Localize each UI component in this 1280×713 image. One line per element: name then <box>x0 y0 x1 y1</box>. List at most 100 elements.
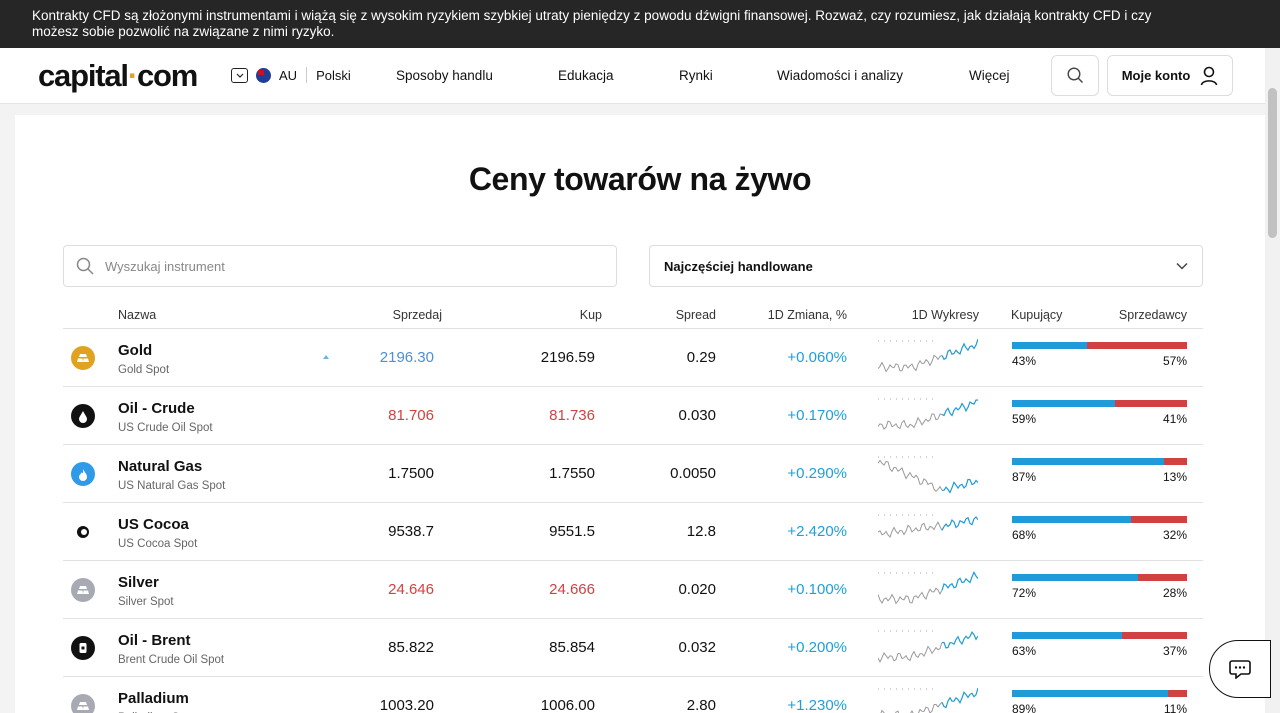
page-scrollbar[interactable] <box>1265 48 1280 713</box>
col-spread: Spread <box>675 308 716 322</box>
buy-price[interactable]: 1006.00 <box>541 697 595 713</box>
spread-value: 12.8 <box>686 523 716 540</box>
sparkline-chart <box>878 687 978 713</box>
buyers-fill <box>1012 516 1131 523</box>
logo-right: com <box>136 58 198 93</box>
scrollbar-thumb[interactable] <box>1268 88 1277 238</box>
buy-price[interactable]: 9551.5 <box>549 523 595 540</box>
table-row[interactable]: PalladiumPalladium Spot1003.201006.002.8… <box>63 677 1203 713</box>
instrument-subtitle: Gold Spot <box>118 364 170 376</box>
sentiment-bar <box>1012 400 1187 407</box>
buy-price[interactable]: 81.736 <box>549 407 595 424</box>
spread-value: 0.030 <box>678 407 716 424</box>
change-percent: +2.420% <box>787 523 847 540</box>
spread-value: 0.020 <box>678 581 716 598</box>
table-header: Nazwa Sprzedaj Kup Spread 1D Zmiana, % 1… <box>63 307 1203 329</box>
instrument-name[interactable]: Natural Gas <box>118 458 202 475</box>
instrument-name[interactable]: Palladium <box>118 690 189 707</box>
table-row[interactable]: Natural Gas US Natural Gas Spot 1.7500 1.75… <box>63 445 1203 503</box>
buyers-fill <box>1012 342 1088 349</box>
sell-price[interactable]: 81.706 <box>388 407 434 424</box>
buyers-percent: 68% <box>1012 528 1037 542</box>
oil-drop-icon <box>71 404 95 428</box>
table-row[interactable]: Oil - Brent Brent Crude Oil Spot 85.822 85.… <box>63 619 1203 677</box>
chat-button[interactable] <box>1209 640 1271 698</box>
chevron-down-icon <box>1176 262 1188 270</box>
sentiment-bar <box>1012 342 1187 349</box>
instrument-subtitle: US Natural Gas Spot <box>118 480 226 492</box>
buyers-fill <box>1012 574 1138 581</box>
sellers-percent: 11% <box>1163 702 1187 713</box>
buy-price[interactable]: 2196.59 <box>541 349 595 366</box>
chat-icon <box>1229 660 1251 679</box>
language-selector[interactable]: AU Polski <box>231 67 351 83</box>
language-label: Polski <box>316 67 351 83</box>
col-change: 1D Zmiana, % <box>767 308 847 322</box>
nav-news-analysis[interactable]: Wiadomości i analizy <box>777 68 903 83</box>
spread-value: 2.80 <box>686 697 716 713</box>
sell-price[interactable]: 85.822 <box>388 639 434 656</box>
sell-price[interactable]: 9538.7 <box>388 523 434 540</box>
my-account-button[interactable]: Moje konto <box>1107 55 1233 96</box>
spread-value: 0.29 <box>686 349 716 366</box>
logo[interactable]: capital·com <box>38 58 198 94</box>
buy-price[interactable]: 24.666 <box>549 581 595 598</box>
table-row[interactable]: US Cocoa US Cocoa Spot 9538.7 9551.5 12.8 +2.… <box>63 503 1203 561</box>
sellers-percent: 28% <box>1162 586 1187 600</box>
oil-barrel-icon <box>71 636 95 660</box>
divider <box>306 67 308 83</box>
chevron-down-icon <box>231 67 248 83</box>
change-percent: +0.200% <box>787 639 847 656</box>
instrument-list: Gold Gold Spot 2196.30 2196.59 0.29 +0.060% 43… <box>63 329 1203 713</box>
instrument-name[interactable]: Oil - Brent <box>118 632 191 649</box>
sparkline-chart <box>878 514 978 538</box>
sentiment-bar <box>1012 632 1187 639</box>
buy-price[interactable]: 85.854 <box>549 639 595 656</box>
change-percent: +0.290% <box>787 465 847 482</box>
live-prices-panel: Ceny towarów na żywo Najczęściej handlow… <box>15 115 1265 713</box>
instrument-name[interactable]: US Cocoa <box>118 516 189 533</box>
instrument-subtitle: Brent Crude Oil Spot <box>118 654 225 666</box>
change-percent: +0.170% <box>787 407 847 424</box>
sell-price[interactable]: 1003.20 <box>380 697 434 713</box>
nav-ways-to-trade[interactable]: Sposoby handlu <box>396 68 493 83</box>
header-search-button[interactable] <box>1051 55 1099 96</box>
sellers-percent: 37% <box>1162 644 1187 658</box>
buyers-fill <box>1012 690 1168 697</box>
search-input[interactable] <box>105 258 565 274</box>
table-row[interactable]: Oil - Crude US Crude Oil Spot 81.706 81.736… <box>63 387 1203 445</box>
australia-flag-icon <box>256 67 271 83</box>
buy-price[interactable]: 1.7550 <box>549 465 595 482</box>
instrument-name[interactable]: Gold <box>118 342 152 359</box>
instrument-search[interactable] <box>63 245 617 287</box>
page-title: Ceny towarów na żywo <box>468 161 812 197</box>
country-code: AU <box>279 67 298 83</box>
sellers-percent: 32% <box>1162 528 1187 542</box>
table-row[interactable]: Silver Silver Spot 24.646 24.666 0.020 +0.100… <box>63 561 1203 619</box>
my-account-label: Moje konto <box>1121 68 1191 83</box>
sell-price[interactable]: 2196.30 <box>380 349 434 366</box>
palladium-bars-icon <box>71 694 95 713</box>
instrument-name[interactable]: Oil - Crude <box>118 400 195 417</box>
gold-bars-icon <box>71 346 95 370</box>
sentiment-bar <box>1012 458 1187 465</box>
sentiment-bar <box>1012 516 1187 523</box>
col-buy: Kup <box>579 308 602 322</box>
filter-dropdown[interactable]: Najczęściej handlowane <box>649 245 1203 287</box>
table-row[interactable]: Gold Gold Spot 2196.30 2196.59 0.29 +0.060% 43… <box>63 329 1203 387</box>
sell-price[interactable]: 24.646 <box>388 581 434 598</box>
instrument-name[interactable]: Silver <box>118 574 159 591</box>
col-sell: Sprzedaj <box>392 308 442 322</box>
col-buyers: Kupujący <box>1011 308 1063 322</box>
instrument-subtitle: US Crude Oil Spot <box>118 422 213 434</box>
change-percent: +0.060% <box>787 349 847 366</box>
nav-markets[interactable]: Rynki <box>679 68 713 83</box>
nav-education[interactable]: Edukacja <box>558 68 614 83</box>
instrument-subtitle: Silver Spot <box>118 596 174 608</box>
sparkline-chart <box>878 571 978 605</box>
nav-more[interactable]: Więcej <box>969 68 1010 83</box>
search-icon <box>1066 67 1083 83</box>
cocoa-icon <box>71 520 95 544</box>
sell-price[interactable]: 1.7500 <box>388 465 434 482</box>
price-up-arrow-icon <box>323 355 329 359</box>
